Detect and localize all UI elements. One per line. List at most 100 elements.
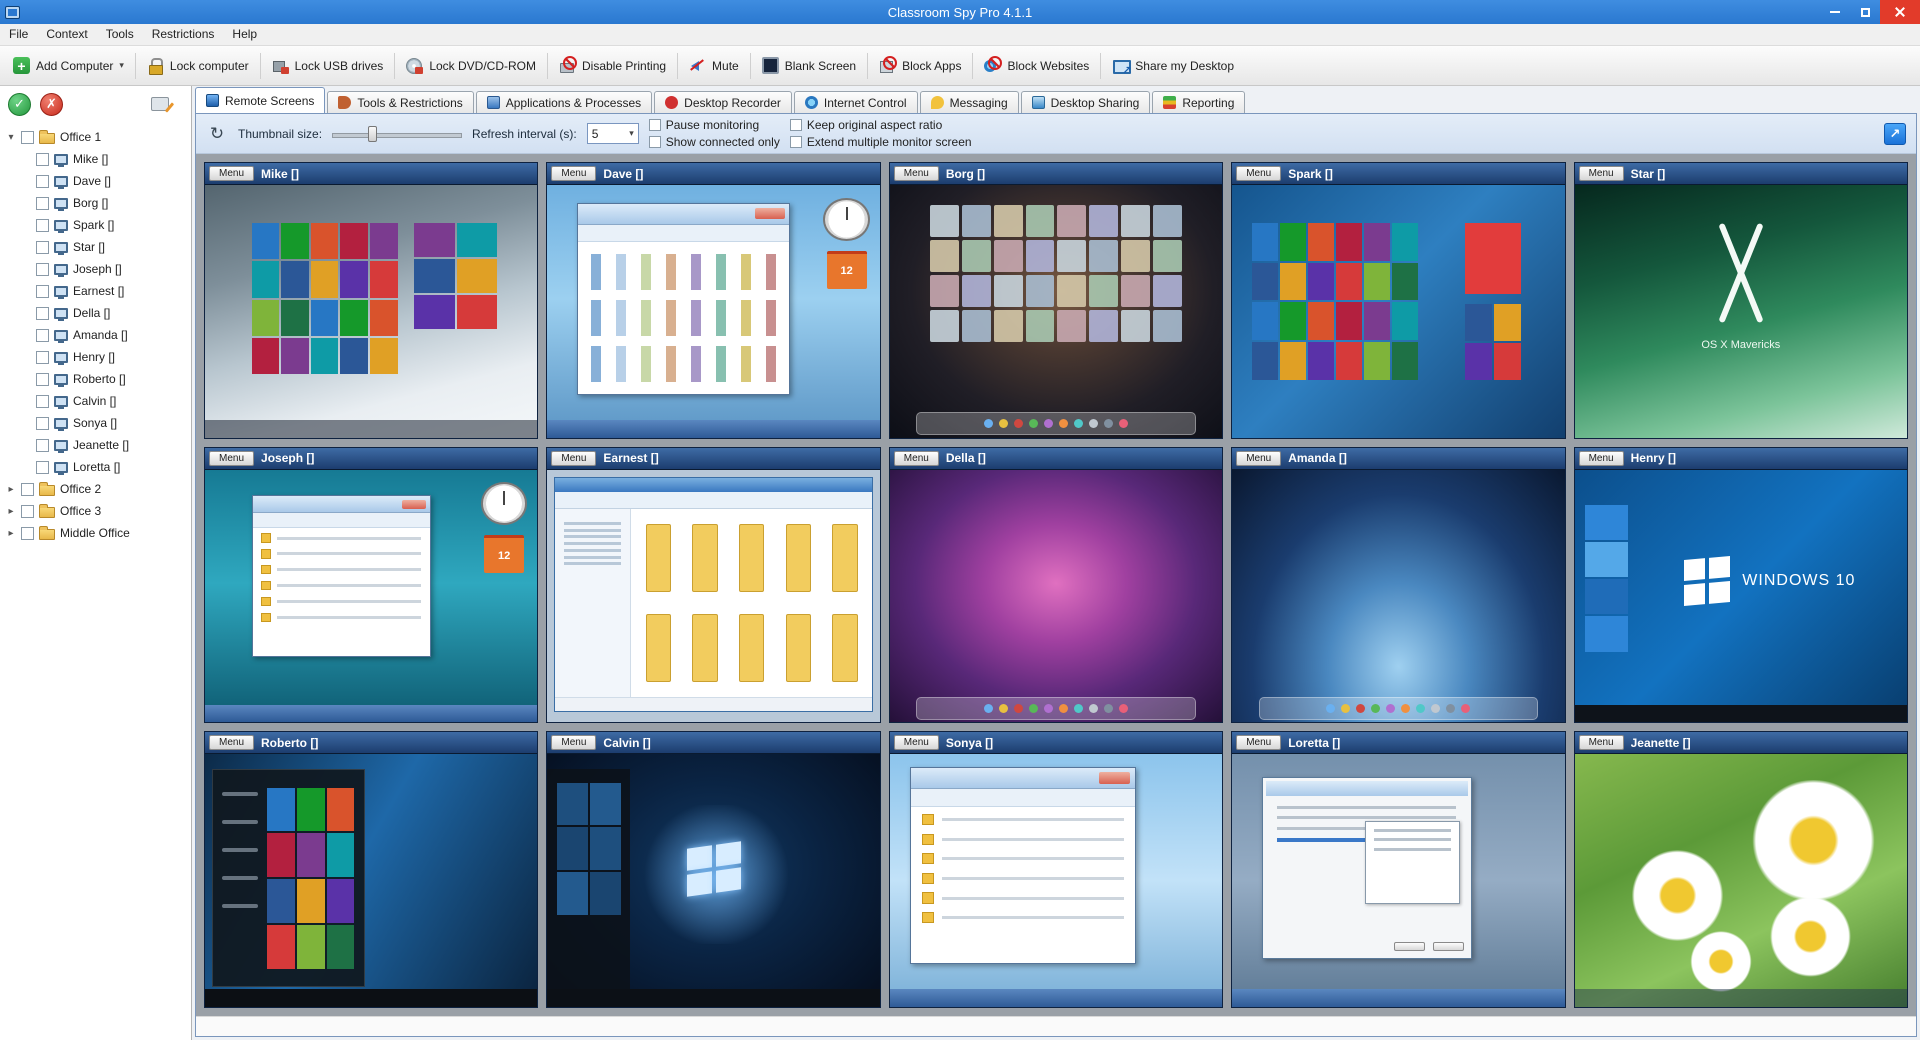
screen-thumbnail[interactable]: OS X Mavericks	[1575, 184, 1907, 438]
computer-checkbox[interactable]	[36, 417, 49, 430]
screen-menu-button[interactable]: Menu	[551, 166, 596, 181]
minimize-button[interactable]	[1820, 0, 1850, 24]
screen-menu-button[interactable]: Menu	[1579, 166, 1624, 181]
computer-checkbox[interactable]	[36, 263, 49, 276]
tab-desktop-recorder[interactable]: Desktop Recorder	[654, 91, 792, 113]
share-my-desktop-button[interactable]: Share my Desktop	[1103, 52, 1243, 79]
screen-menu-button[interactable]: Menu	[894, 451, 939, 466]
tree-item-borg[interactable]: Borg []	[0, 192, 191, 214]
checkbox-extend-multiple-monitor-screen[interactable]: Extend multiple monitor screen	[790, 135, 972, 149]
tree-group-office-2[interactable]: ▸Office 2	[0, 478, 191, 500]
screen-thumbnail[interactable]	[890, 469, 1222, 723]
computer-checkbox[interactable]	[36, 351, 49, 364]
menu-file[interactable]: File	[0, 24, 37, 45]
screen-thumbnail[interactable]	[1232, 469, 1564, 723]
screen-menu-button[interactable]: Menu	[1579, 735, 1624, 750]
menu-tools[interactable]: Tools	[97, 24, 143, 45]
tree-item-amanda[interactable]: Amanda []	[0, 324, 191, 346]
screen-thumbnail[interactable]	[1232, 753, 1564, 1007]
tab-tools-restrictions[interactable]: Tools & Restrictions	[327, 91, 473, 113]
computer-checkbox[interactable]	[36, 461, 49, 474]
checkbox-box[interactable]	[649, 136, 661, 148]
group-checkbox[interactable]	[21, 527, 34, 540]
screen-thumbnail[interactable]	[1232, 184, 1564, 438]
screen-thumbnail[interactable]	[205, 184, 537, 438]
screen-menu-button[interactable]: Menu	[209, 735, 254, 750]
mute-button[interactable]: Mute	[680, 52, 748, 79]
screen-menu-button[interactable]: Menu	[1236, 735, 1281, 750]
screen-menu-button[interactable]: Menu	[209, 166, 254, 181]
screen-menu-button[interactable]: Menu	[551, 735, 596, 750]
tree-item-star[interactable]: Star []	[0, 236, 191, 258]
computer-checkbox[interactable]	[36, 197, 49, 210]
disconnect-button[interactable]: ✗	[40, 93, 63, 116]
tree-item-calvin[interactable]: Calvin []	[0, 390, 191, 412]
block-apps-button[interactable]: Block Apps	[870, 52, 970, 79]
computer-checkbox[interactable]	[36, 175, 49, 188]
tree-item-jeanette[interactable]: Jeanette []	[0, 434, 191, 456]
computer-checkbox[interactable]	[36, 395, 49, 408]
group-checkbox[interactable]	[21, 131, 34, 144]
screen-menu-button[interactable]: Menu	[1236, 166, 1281, 181]
tree-item-spark[interactable]: Spark []	[0, 214, 191, 236]
computer-checkbox[interactable]	[36, 219, 49, 232]
lock-computer-button[interactable]: Lock computer	[138, 52, 258, 79]
slider-thumb[interactable]	[368, 126, 377, 142]
screen-thumbnail[interactable]	[547, 469, 879, 723]
menu-restrictions[interactable]: Restrictions	[143, 24, 224, 45]
refresh-icon[interactable]: ↻	[206, 124, 228, 144]
tree-item-della[interactable]: Della []	[0, 302, 191, 324]
group-checkbox[interactable]	[21, 505, 34, 518]
fullscreen-icon[interactable]: ↗	[1884, 123, 1906, 145]
tree-item-loretta[interactable]: Loretta []	[0, 456, 191, 478]
refresh-interval-select[interactable]: 5 ▾	[587, 123, 639, 144]
tree-item-sonya[interactable]: Sonya []	[0, 412, 191, 434]
disable-printing-button[interactable]: Disable Printing	[550, 52, 675, 79]
block-websites-button[interactable]: Block Websites	[975, 52, 1098, 79]
screen-thumbnail[interactable]: 12	[547, 184, 879, 438]
tree-item-roberto[interactable]: Roberto []	[0, 368, 191, 390]
screen-thumbnail[interactable]: 12	[205, 469, 537, 723]
menu-context[interactable]: Context	[37, 24, 96, 45]
group-checkbox[interactable]	[21, 483, 34, 496]
computer-checkbox[interactable]	[36, 373, 49, 386]
blank-screen-button[interactable]: Blank Screen	[753, 52, 865, 79]
computer-checkbox[interactable]	[36, 241, 49, 254]
tab-messaging[interactable]: Messaging	[920, 91, 1019, 113]
tree-group-office-3[interactable]: ▸Office 3	[0, 500, 191, 522]
screen-menu-button[interactable]: Menu	[894, 166, 939, 181]
computer-checkbox[interactable]	[36, 439, 49, 452]
lock-usb-drives-button[interactable]: Lock USB drives	[263, 52, 393, 79]
checkbox-pause-monitoring[interactable]: Pause monitoring	[649, 118, 780, 132]
screen-thumbnail[interactable]: WINDOWS 10	[1575, 469, 1907, 723]
checkbox-box[interactable]	[790, 136, 802, 148]
lock-dvd-cd-rom-button[interactable]: Lock DVD/CD-ROM	[397, 52, 545, 79]
thumbnail-size-slider[interactable]	[332, 125, 462, 143]
maximize-button[interactable]	[1850, 0, 1880, 24]
checkbox-box[interactable]	[649, 119, 661, 131]
computer-checkbox[interactable]	[36, 285, 49, 298]
checkbox-keep-original-aspect-ratio[interactable]: Keep original aspect ratio	[790, 118, 972, 132]
screen-menu-button[interactable]: Menu	[1579, 451, 1624, 466]
checkbox-box[interactable]	[790, 119, 802, 131]
screen-menu-button[interactable]: Menu	[551, 451, 596, 466]
tab-applications-processes[interactable]: Applications & Processes	[476, 91, 652, 113]
tab-desktop-sharing[interactable]: Desktop Sharing	[1021, 91, 1151, 113]
tree-group-middle-office[interactable]: ▸Middle Office	[0, 522, 191, 544]
connect-button[interactable]: ✓	[8, 93, 31, 116]
add-computer-button[interactable]: Add Computer▾	[4, 52, 133, 79]
tree-item-dave[interactable]: Dave []	[0, 170, 191, 192]
tree-item-mike[interactable]: Mike []	[0, 148, 191, 170]
tab-internet-control[interactable]: Internet Control	[794, 91, 918, 113]
screen-thumbnail[interactable]	[890, 184, 1222, 438]
tab-reporting[interactable]: Reporting	[1152, 91, 1245, 113]
screen-thumbnail[interactable]	[890, 753, 1222, 1007]
screen-menu-button[interactable]: Menu	[209, 451, 254, 466]
screen-thumbnail[interactable]	[547, 753, 879, 1007]
checkbox-show-connected-only[interactable]: Show connected only	[649, 135, 780, 149]
screen-menu-button[interactable]: Menu	[1236, 451, 1281, 466]
computer-checkbox[interactable]	[36, 329, 49, 342]
edit-computers-icon[interactable]	[151, 97, 169, 111]
tree-item-joseph[interactable]: Joseph []	[0, 258, 191, 280]
tree-item-earnest[interactable]: Earnest []	[0, 280, 191, 302]
